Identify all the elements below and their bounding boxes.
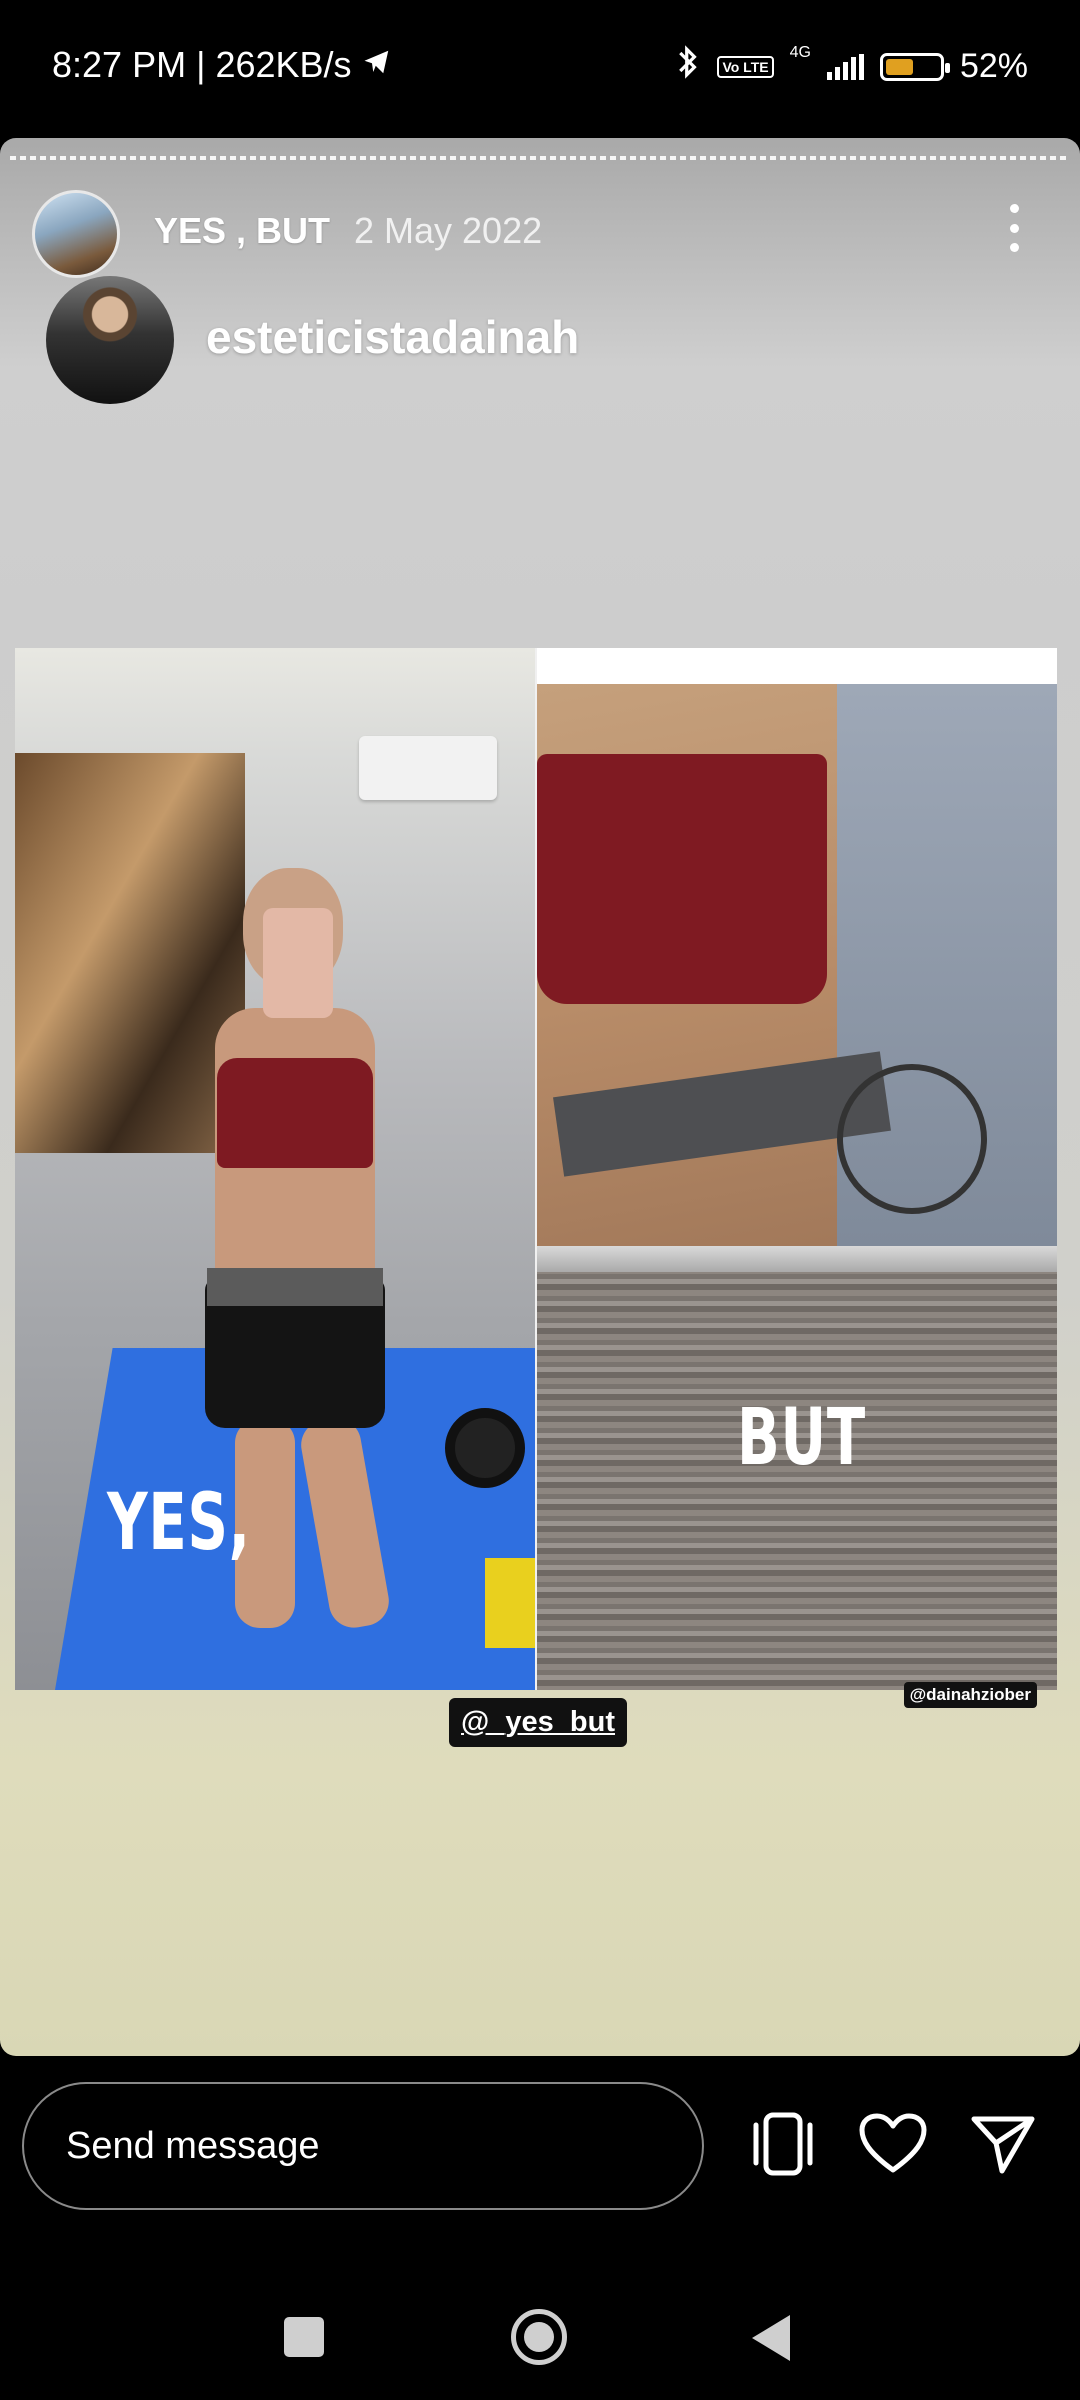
navigation-bar xyxy=(0,2270,1080,2400)
story-username[interactable]: esteticistadainah xyxy=(206,310,579,364)
more-options-icon[interactable] xyxy=(1004,204,1024,252)
story-date: 2 May 2022 xyxy=(354,210,543,251)
status-left: 8:27 PM | 262KB/s xyxy=(52,44,392,86)
share-to-story-icon[interactable] xyxy=(743,2104,823,2184)
bluetooth-icon xyxy=(675,44,701,89)
telegram-icon xyxy=(362,44,392,86)
signal-icon xyxy=(826,53,864,80)
heart-icon[interactable] xyxy=(853,2104,933,2184)
story-highlight-title[interactable]: YES , BUT xyxy=(154,210,330,252)
status-bar: 8:27 PM | 262KB/s Vo LTE 4G 52% xyxy=(0,0,1080,135)
network-type: 4G xyxy=(789,44,811,61)
story-viewer[interactable]: YES , BUT 2 May 2022 esteticistadainah Y… xyxy=(0,138,1080,2056)
shared-post-image[interactable]: YES, BUT @dainahziober xyxy=(15,648,1057,1708)
network-speed: 262KB/s xyxy=(215,44,352,85)
send-icon[interactable] xyxy=(963,2104,1043,2184)
battery-percent: 52% xyxy=(959,47,1028,85)
post-right-panel: BUT xyxy=(537,648,1057,1690)
home-icon[interactable] xyxy=(511,2309,567,2365)
watermark: @dainahziober xyxy=(903,1682,1037,1708)
mention-sticker[interactable]: @_yes_but xyxy=(449,1698,628,1747)
back-icon[interactable] xyxy=(752,2315,790,2361)
closeup-photo xyxy=(537,684,1057,1246)
air-conditioner-image xyxy=(359,736,497,800)
story-progress-bar xyxy=(10,156,1070,160)
highlight-avatar[interactable] xyxy=(32,190,120,278)
send-message-placeholder: Send message xyxy=(66,2124,320,2167)
weight-plate-image xyxy=(445,1408,525,1488)
caption-yes: YES, xyxy=(107,1478,251,1568)
caption-but: BUT xyxy=(737,1393,866,1483)
battery-icon xyxy=(879,52,950,81)
clock: 8:27 PM xyxy=(52,44,187,85)
recent-apps-icon[interactable] xyxy=(284,2317,324,2357)
volte-badge: Vo LTE xyxy=(717,55,774,78)
post-left-panel: YES, xyxy=(15,648,535,1690)
user-avatar[interactable] xyxy=(46,276,174,404)
status-right: Vo LTE 4G 52% xyxy=(675,44,1028,89)
tattoo-image xyxy=(837,1064,987,1214)
battery-fill xyxy=(885,58,913,75)
send-message-input[interactable]: Send message xyxy=(22,2082,704,2210)
